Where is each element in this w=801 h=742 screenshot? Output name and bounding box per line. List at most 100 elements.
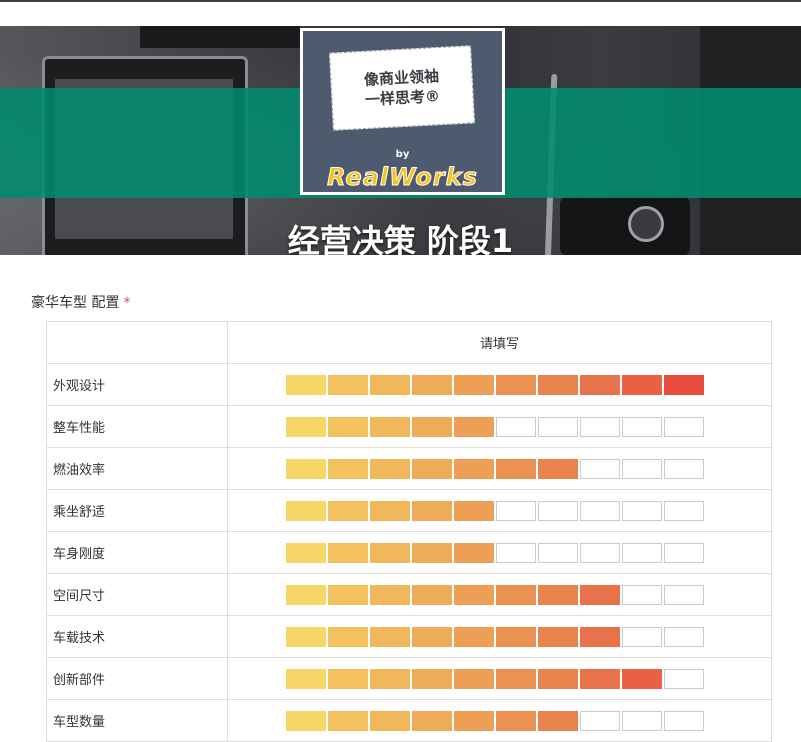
rating-scale-option[interactable] bbox=[538, 626, 578, 647]
rating-scale-option[interactable] bbox=[580, 416, 620, 437]
rating-scale-option[interactable] bbox=[412, 668, 452, 689]
rating-scale-option[interactable] bbox=[580, 584, 620, 605]
rating-scale[interactable] bbox=[286, 500, 770, 521]
rating-scale-option[interactable] bbox=[622, 584, 662, 605]
rating-scale-option[interactable] bbox=[286, 668, 326, 689]
rating-scale-option[interactable] bbox=[286, 374, 326, 395]
rating-scale-option[interactable] bbox=[370, 626, 410, 647]
rating-scale-option[interactable] bbox=[664, 542, 704, 563]
rating-scale-option[interactable] bbox=[286, 710, 326, 731]
rating-scale-option[interactable] bbox=[664, 458, 704, 479]
rating-scale-option[interactable] bbox=[370, 710, 410, 731]
rating-scale-option[interactable] bbox=[622, 458, 662, 479]
rating-row-label: 燃油效率 bbox=[46, 447, 228, 490]
rating-scale-option[interactable] bbox=[454, 584, 494, 605]
rating-scale-option[interactable] bbox=[328, 626, 368, 647]
rating-scale-option[interactable] bbox=[412, 458, 452, 479]
rating-scale-option[interactable] bbox=[622, 542, 662, 563]
rating-scale-option[interactable] bbox=[622, 626, 662, 647]
rating-scale-option[interactable] bbox=[328, 458, 368, 479]
rating-scale-option[interactable] bbox=[538, 500, 578, 521]
rating-scale-option[interactable] bbox=[538, 374, 578, 395]
rating-scale[interactable] bbox=[286, 584, 770, 605]
rating-scale-option[interactable] bbox=[454, 542, 494, 563]
rating-scale-option[interactable] bbox=[664, 416, 704, 437]
rating-scale-option[interactable] bbox=[622, 710, 662, 731]
rating-scale-option[interactable] bbox=[328, 668, 368, 689]
rating-scale-option[interactable] bbox=[622, 416, 662, 437]
rating-scale-option[interactable] bbox=[496, 584, 536, 605]
rating-scale-option[interactable] bbox=[286, 458, 326, 479]
rating-scale-option[interactable] bbox=[286, 584, 326, 605]
rating-scale-option[interactable] bbox=[496, 374, 536, 395]
rating-scale-option[interactable] bbox=[412, 500, 452, 521]
rating-scale-option[interactable] bbox=[412, 416, 452, 437]
rating-scale[interactable] bbox=[286, 458, 770, 479]
rating-scale[interactable] bbox=[286, 542, 770, 563]
rating-scale[interactable] bbox=[286, 416, 770, 437]
rating-scale-option[interactable] bbox=[664, 668, 704, 689]
rating-scale-option[interactable] bbox=[664, 626, 704, 647]
rating-scale-option[interactable] bbox=[454, 710, 494, 731]
rating-scale-option[interactable] bbox=[538, 710, 578, 731]
rating-scale-option[interactable] bbox=[496, 626, 536, 647]
rating-scale-option[interactable] bbox=[370, 542, 410, 563]
rating-scale-option[interactable] bbox=[412, 542, 452, 563]
rating-scale-option[interactable] bbox=[496, 458, 536, 479]
rating-scale-option[interactable] bbox=[580, 710, 620, 731]
rating-scale-option[interactable] bbox=[454, 500, 494, 521]
rating-scale-option[interactable] bbox=[622, 668, 662, 689]
rating-scale-option[interactable] bbox=[580, 458, 620, 479]
rating-scale-option[interactable] bbox=[412, 710, 452, 731]
rating-scale-option[interactable] bbox=[622, 500, 662, 521]
rating-scale-option[interactable] bbox=[454, 626, 494, 647]
rating-scale-option[interactable] bbox=[538, 542, 578, 563]
rating-scale-option[interactable] bbox=[664, 374, 704, 395]
rating-scale-option[interactable] bbox=[370, 416, 410, 437]
rating-scale-option[interactable] bbox=[454, 416, 494, 437]
rating-scale-option[interactable] bbox=[664, 500, 704, 521]
rating-scale-option[interactable] bbox=[370, 500, 410, 521]
rating-scale-option[interactable] bbox=[454, 668, 494, 689]
rating-scale-option[interactable] bbox=[580, 542, 620, 563]
rating-scale-option[interactable] bbox=[580, 500, 620, 521]
rating-scale-option[interactable] bbox=[664, 584, 704, 605]
rating-scale-option[interactable] bbox=[328, 374, 368, 395]
rating-scale-option[interactable] bbox=[580, 668, 620, 689]
rating-scale-option[interactable] bbox=[580, 626, 620, 647]
rating-scale-option[interactable] bbox=[286, 500, 326, 521]
rating-scale-option[interactable] bbox=[286, 542, 326, 563]
rating-scale-option[interactable] bbox=[328, 542, 368, 563]
rating-scale-option[interactable] bbox=[286, 626, 326, 647]
rating-scale-option[interactable] bbox=[454, 458, 494, 479]
rating-scale-option[interactable] bbox=[370, 668, 410, 689]
rating-scale-option[interactable] bbox=[538, 458, 578, 479]
rating-scale-option[interactable] bbox=[538, 668, 578, 689]
rating-scale-option[interactable] bbox=[370, 584, 410, 605]
rating-scale[interactable] bbox=[286, 710, 770, 731]
rating-scale-option[interactable] bbox=[328, 500, 368, 521]
rating-scale-option[interactable] bbox=[412, 584, 452, 605]
rating-scale-option[interactable] bbox=[328, 710, 368, 731]
rating-scale-option[interactable] bbox=[538, 416, 578, 437]
rating-scale-option[interactable] bbox=[454, 374, 494, 395]
rating-scale[interactable] bbox=[286, 626, 770, 647]
rating-scale-option[interactable] bbox=[328, 584, 368, 605]
rating-scale-option[interactable] bbox=[496, 668, 536, 689]
rating-scale-option[interactable] bbox=[370, 374, 410, 395]
rating-scale-option[interactable] bbox=[412, 374, 452, 395]
rating-scale-option[interactable] bbox=[664, 710, 704, 731]
rating-scale-option[interactable] bbox=[370, 458, 410, 479]
rating-scale[interactable] bbox=[286, 668, 770, 689]
rating-scale-option[interactable] bbox=[496, 542, 536, 563]
rating-scale-option[interactable] bbox=[328, 416, 368, 437]
rating-scale-option[interactable] bbox=[580, 374, 620, 395]
rating-scale-option[interactable] bbox=[286, 416, 326, 437]
rating-scale-option[interactable] bbox=[538, 584, 578, 605]
rating-scale-option[interactable] bbox=[412, 626, 452, 647]
rating-scale[interactable] bbox=[286, 374, 770, 395]
rating-scale-option[interactable] bbox=[496, 710, 536, 731]
rating-scale-option[interactable] bbox=[496, 500, 536, 521]
rating-scale-option[interactable] bbox=[622, 374, 662, 395]
rating-scale-option[interactable] bbox=[496, 416, 536, 437]
